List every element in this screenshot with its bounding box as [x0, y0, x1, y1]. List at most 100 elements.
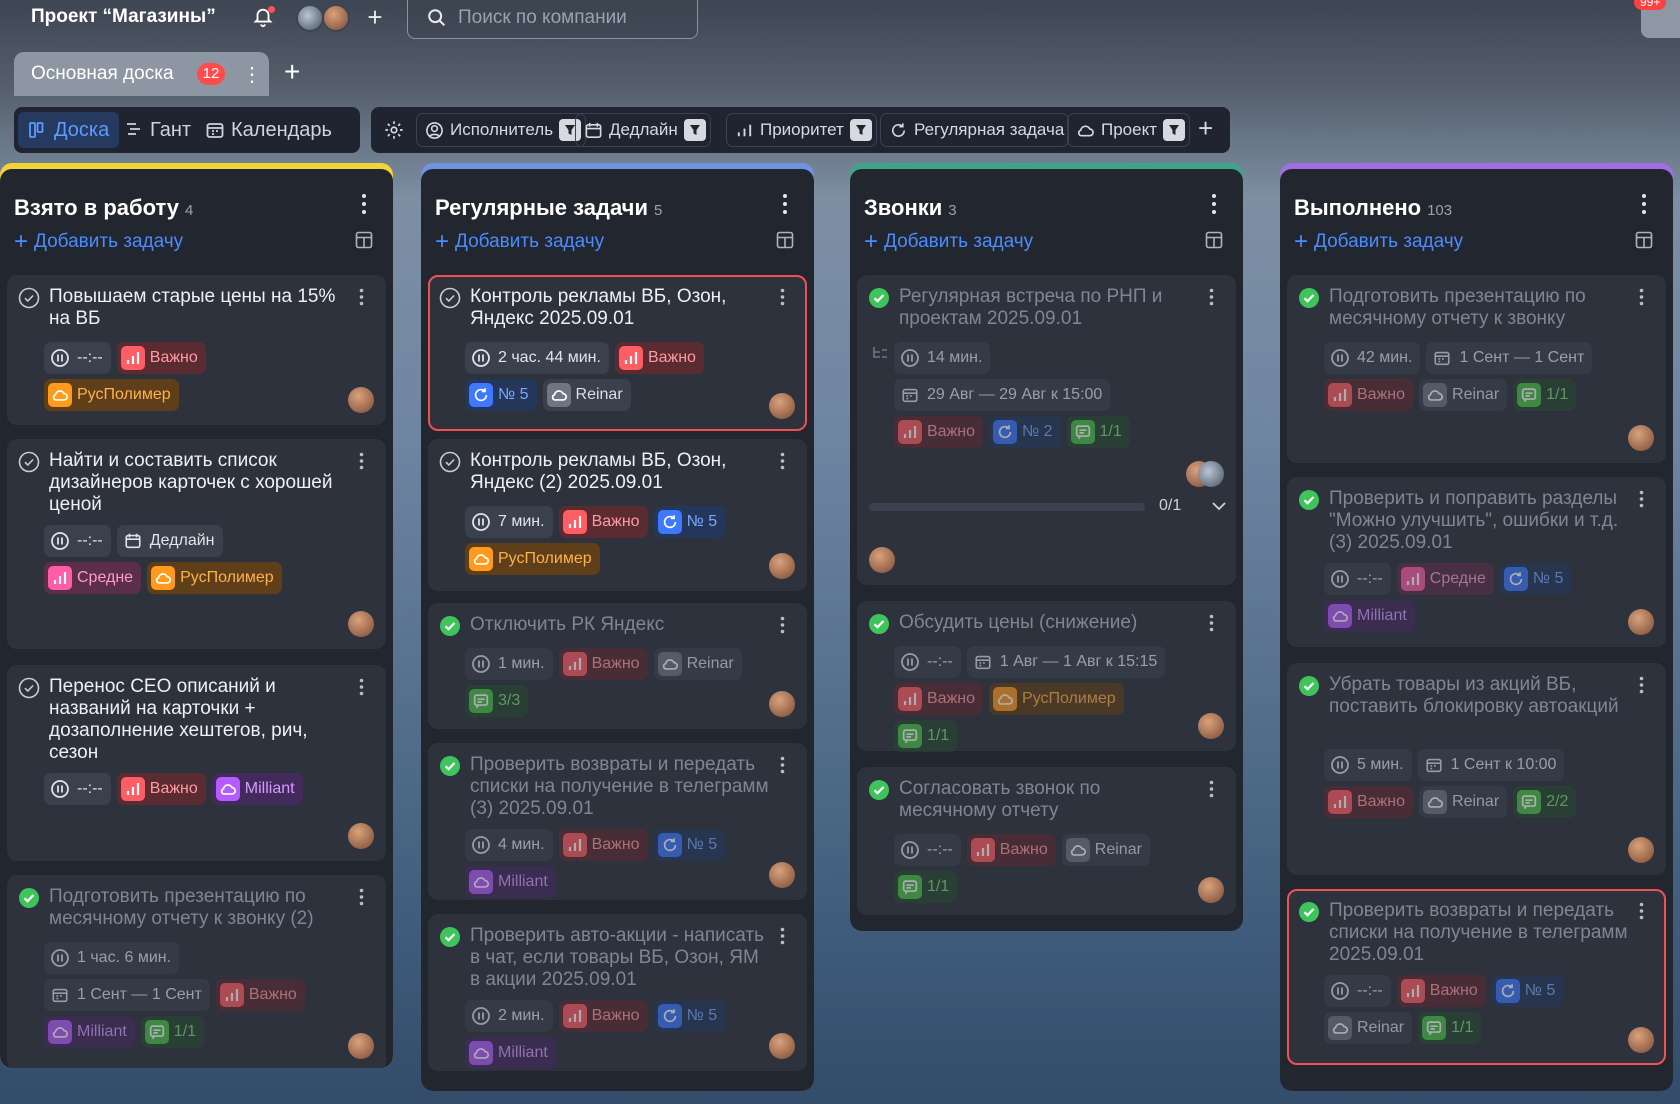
- recurring-chip[interactable]: № 5: [653, 506, 726, 538]
- priority-chip[interactable]: Средне: [44, 562, 142, 594]
- add-task-button[interactable]: + Добавить задачу: [864, 228, 1033, 256]
- card-menu-icon[interactable]: [780, 288, 785, 306]
- layout-icon[interactable]: [776, 231, 794, 249]
- project-chip[interactable]: Milliant: [465, 1037, 556, 1069]
- completed-check-icon[interactable]: [1298, 489, 1320, 511]
- project-chip[interactable]: Milliant: [465, 866, 556, 898]
- task-card[interactable]: Подготовить презентацию по месячному отч…: [7, 875, 386, 1068]
- priority-chip[interactable]: Важно: [116, 342, 206, 374]
- add-tab-button[interactable]: +: [284, 56, 300, 88]
- filter-deadline[interactable]: Дедлайн: [575, 113, 711, 147]
- assignee-avatar[interactable]: [1198, 461, 1224, 487]
- view-calendar-button[interactable]: Календарь: [195, 112, 342, 148]
- task-card[interactable]: Перенос СЕО описаний и названий на карто…: [7, 665, 386, 861]
- comments-chip[interactable]: 1/1: [1418, 1012, 1482, 1044]
- priority-chip[interactable]: Важно: [894, 416, 984, 448]
- project-chip[interactable]: Milliant: [1324, 600, 1415, 632]
- time-tracker-chip[interactable]: 2 час. 44 мин.: [465, 342, 609, 374]
- task-card[interactable]: Проверить и поправить разделы "Можно улу…: [1287, 477, 1666, 647]
- layout-icon[interactable]: [1205, 231, 1223, 249]
- time-tracker-chip[interactable]: 1 час. 6 мин.: [44, 942, 180, 974]
- assignee-avatar[interactable]: [1628, 425, 1654, 451]
- task-card[interactable]: Убрать товары из акций ВБ, поставить бло…: [1287, 663, 1666, 875]
- card-menu-icon[interactable]: [780, 927, 785, 945]
- priority-chip[interactable]: Важно: [966, 834, 1056, 866]
- comments-chip[interactable]: 3/3: [465, 685, 529, 717]
- assignee-avatar[interactable]: [348, 823, 374, 849]
- assignee-avatar[interactable]: [769, 862, 795, 888]
- task-card[interactable]: Найти и составить список дизайнеров карт…: [7, 439, 386, 649]
- task-card[interactable]: Проверить возвраты и передать списки на …: [1287, 889, 1666, 1065]
- project-chip[interactable]: Reinar: [1419, 379, 1508, 411]
- priority-chip[interactable]: Важно: [558, 829, 648, 861]
- card-menu-icon[interactable]: [1209, 614, 1214, 632]
- task-card[interactable]: Проверить возвраты и передать списки на …: [428, 743, 807, 900]
- column-menu-icon[interactable]: [782, 193, 788, 215]
- assignee-avatar[interactable]: [769, 1033, 795, 1059]
- assignee-avatar[interactable]: [769, 553, 795, 579]
- time-tracker-chip[interactable]: 5 мин.: [1324, 749, 1412, 781]
- priority-chip[interactable]: Важно: [558, 1000, 648, 1032]
- recurring-chip[interactable]: № 2: [989, 416, 1061, 448]
- card-menu-icon[interactable]: [359, 678, 364, 696]
- assignee-avatar[interactable]: [1628, 1027, 1654, 1053]
- add-task-button[interactable]: + Добавить задачу: [435, 228, 604, 256]
- project-chip[interactable]: Milliant: [211, 773, 303, 805]
- task-card[interactable]: Повышаем старые цены на 15% на ВБ --:-- Ва…: [7, 275, 386, 425]
- search-box[interactable]: [407, 0, 698, 39]
- time-tracker-chip[interactable]: 4 мин.: [465, 829, 553, 861]
- priority-chip[interactable]: Важно: [1396, 975, 1486, 1007]
- project-chip[interactable]: РусПолимер: [44, 379, 179, 411]
- task-card[interactable]: Подготовить презентацию по месячному отч…: [1287, 275, 1666, 463]
- completed-check-icon[interactable]: [18, 887, 40, 909]
- check-circle-icon[interactable]: [439, 451, 461, 473]
- card-menu-icon[interactable]: [780, 756, 785, 774]
- time-tracker-chip[interactable]: --:--: [894, 646, 961, 678]
- project-chip[interactable]: РусПолимер: [989, 683, 1124, 715]
- add-task-button[interactable]: + Добавить задачу: [14, 228, 183, 256]
- time-tracker-chip[interactable]: --:--: [1324, 563, 1391, 595]
- completed-check-icon[interactable]: [1298, 287, 1320, 309]
- completed-check-icon[interactable]: [1298, 901, 1320, 923]
- time-tracker-chip[interactable]: 1 мин.: [465, 648, 553, 680]
- project-chip[interactable]: Reinar: [653, 648, 742, 680]
- check-circle-icon[interactable]: [18, 287, 40, 309]
- assignee-avatar[interactable]: [769, 691, 795, 717]
- comments-chip[interactable]: 1/1: [1066, 416, 1130, 448]
- task-card[interactable]: Контроль рекламы ВБ, Озон, Яндекс (2) 20…: [428, 439, 807, 591]
- view-board-button[interactable]: Доска: [18, 112, 120, 148]
- project-chip[interactable]: Reinar: [542, 379, 631, 411]
- comments-chip[interactable]: 1/1: [894, 720, 958, 752]
- filter-project[interactable]: Проект: [1067, 113, 1190, 147]
- recurring-chip[interactable]: № 5: [1499, 563, 1572, 595]
- add-filter-button[interactable]: +: [1198, 113, 1213, 144]
- time-tracker-chip[interactable]: --:--: [1324, 975, 1391, 1007]
- time-tracker-chip[interactable]: 14 мин.: [894, 342, 991, 374]
- time-tracker-chip[interactable]: --:--: [44, 342, 111, 374]
- date-range-chip[interactable]: 1 Сент — 1 Сент: [44, 979, 210, 1011]
- card-menu-icon[interactable]: [1639, 490, 1644, 508]
- card-menu-icon[interactable]: [1639, 288, 1644, 306]
- check-circle-icon[interactable]: [439, 287, 461, 309]
- task-card[interactable]: Обсудить цены (снижение) --:-- 1 Авг — 1 А…: [857, 601, 1236, 752]
- filter-recurring[interactable]: Регулярная задача: [880, 113, 1070, 147]
- column-menu-icon[interactable]: [361, 193, 367, 215]
- assignee-avatar[interactable]: [348, 611, 374, 637]
- priority-chip[interactable]: Средне: [1396, 563, 1494, 595]
- project-chip[interactable]: РусПолимер: [147, 562, 282, 594]
- time-tracker-chip[interactable]: 42 мин.: [1324, 342, 1421, 374]
- comments-chip[interactable]: 1/1: [140, 1016, 205, 1048]
- tab-menu-icon[interactable]: ⋮: [242, 62, 262, 87]
- task-card[interactable]: Регулярная встреча по РНП и проектам 202…: [857, 275, 1236, 585]
- date-range-chip[interactable]: 29 Авг — 29 Авг к 15:00: [894, 379, 1111, 411]
- card-menu-icon[interactable]: [1639, 902, 1644, 920]
- column-menu-icon[interactable]: [1211, 193, 1217, 215]
- priority-chip[interactable]: Важно: [614, 342, 704, 374]
- tab-main-board[interactable]: Основная доска 12 ⋮: [14, 52, 269, 96]
- comments-chip[interactable]: 1/1: [1513, 379, 1577, 411]
- add-task-button[interactable]: + Добавить задачу: [1294, 228, 1463, 256]
- recurring-chip[interactable]: № 5: [653, 829, 726, 861]
- view-gantt-button[interactable]: Гант: [114, 112, 201, 148]
- completed-check-icon[interactable]: [868, 779, 890, 801]
- add-member-button[interactable]: +: [363, 2, 387, 33]
